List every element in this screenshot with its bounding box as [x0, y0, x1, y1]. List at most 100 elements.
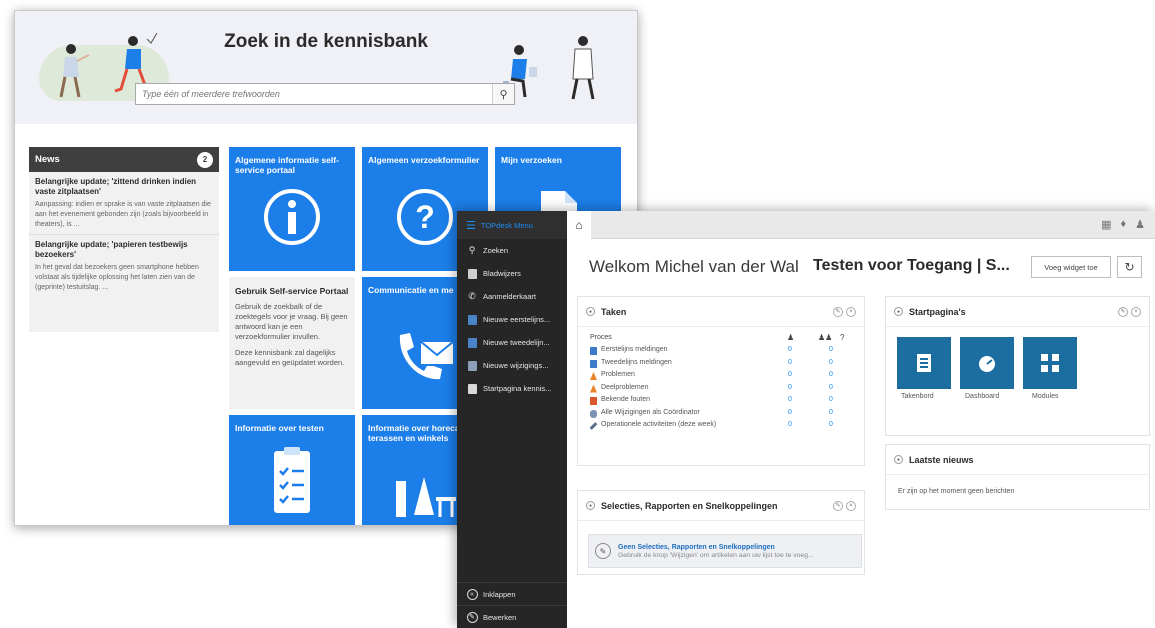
widget-header: ● Taken ✎ ×: [578, 297, 864, 327]
news-item-title[interactable]: Belangrijke update; 'zittend drinken ind…: [35, 177, 213, 197]
news-item[interactable]: Belangrijke update; 'papieren testbewijs…: [29, 235, 219, 297]
widget-collapse-icon[interactable]: ●: [586, 307, 595, 316]
phone-user-icon: ✆: [468, 291, 476, 301]
bell-icon[interactable]: ♦: [1121, 218, 1127, 231]
change-coordinator-icon: [590, 409, 597, 418]
taken-row-label: Alle Wijzigingen als Coördinator: [601, 408, 700, 416]
widget-taken: ● Taken ✎ × Proces ♟ ♟♟ ? Eerstelijns mel…: [577, 296, 865, 466]
pencil-icon: ✎: [466, 611, 478, 623]
collapse-button[interactable]: « Inklappen: [457, 582, 567, 605]
news-item[interactable]: Belangrijke update; 'zittend drinken ind…: [29, 172, 219, 235]
taken-row[interactable]: Bekende fouten 0 0: [578, 395, 864, 408]
home-icon: ⌂: [575, 218, 583, 232]
news-empty-message: Er zijn op het moment geen berichten: [898, 488, 1015, 495]
edit-icon[interactable]: ✎: [833, 306, 843, 317]
taken-row[interactable]: Tweedelijns meldingen 0 0: [578, 358, 864, 371]
taken-count-group[interactable]: 0: [829, 384, 833, 391]
widget-startpaginas: ● Startpagina's ✎ × Takenbord Dashboard M…: [885, 296, 1150, 436]
tile-label: Takenbord: [901, 393, 934, 400]
news-item-title[interactable]: Belangrijke update; 'papieren testbewijs…: [35, 240, 213, 260]
taken-count-me[interactable]: 0: [788, 359, 792, 366]
widget-collapse-icon[interactable]: ●: [894, 455, 903, 464]
taken-count-group[interactable]: 0: [829, 371, 833, 378]
self-service-info-tile: Gebruik Self-service Portaal Gebruik de …: [229, 277, 355, 409]
tile-info-portal[interactable]: Algemene informatie self-service portaal: [229, 147, 355, 271]
close-icon[interactable]: ×: [846, 500, 856, 511]
menu-item-new-first-line[interactable]: Nieuwe eerstelijns...: [457, 308, 567, 331]
news-header: News 2: [29, 147, 219, 172]
taken-count-group[interactable]: 0: [829, 346, 833, 353]
taken-row[interactable]: Alle Wijzigingen als Coördinator 0 0: [578, 408, 864, 421]
kb-search-input[interactable]: [136, 84, 492, 104]
taken-count-me[interactable]: 0: [788, 371, 792, 378]
widget-header: ● Startpagina's ✎ ×: [886, 297, 1149, 327]
page-title: Testen voor Toegang | S...: [813, 257, 1010, 274]
self-service-body: Deze kennisbank zal dagelijks aangevuld …: [235, 348, 345, 367]
menu-item-new-change[interactable]: Nieuwe wijzigings...: [457, 354, 567, 377]
tile-testing-info[interactable]: Informatie over testen: [229, 415, 355, 525]
refresh-icon: ↻: [1124, 260, 1135, 274]
taken-count-group[interactable]: 0: [829, 396, 833, 403]
known-error-icon: [590, 397, 597, 405]
knowledge-page-icon: [466, 383, 478, 395]
first-line-call-icon: [590, 347, 597, 355]
edit-button[interactable]: ✎ Bewerken: [457, 605, 567, 628]
menu-item-label: Zoeken: [483, 246, 509, 255]
taken-count-me[interactable]: 0: [788, 346, 792, 353]
close-icon[interactable]: ×: [846, 306, 856, 317]
tile-label: Modules: [1032, 393, 1059, 400]
welcome-text: Welkom Michel van der Wal: [589, 257, 799, 276]
menu-item-search[interactable]: ⚲ Zoeken: [457, 239, 567, 262]
menu-item-label: Aanmelderkaart: [483, 292, 536, 301]
startpage-tile-takenbord[interactable]: [897, 337, 951, 389]
taken-row[interactable]: Problemen 0 0: [578, 370, 864, 383]
selections-empty-title: Geen Selecties, Rapporten en Snelkoppeli…: [618, 543, 775, 551]
change-icon: [466, 360, 478, 372]
topdesk-topbar: ⌂ ▦ ♦ ♟: [567, 211, 1155, 239]
search-icon[interactable]: ⚲: [492, 84, 514, 104]
edit-icon[interactable]: ✎: [833, 500, 843, 511]
calendar-icon[interactable]: ▦: [1101, 218, 1111, 231]
second-line-call-icon: [466, 337, 478, 349]
kb-hero-banner: Zoek in de kennisbank ⚲: [15, 11, 637, 124]
taken-column-headers: Proces ♟ ♟♟ ?: [578, 327, 864, 345]
kb-title: Zoek in de kennisbank: [224, 31, 428, 52]
widget-selecties: ● Selecties, Rapporten en Snelkoppelinge…: [577, 490, 865, 575]
taken-row-label: Eerstelijns meldingen: [601, 346, 668, 353]
menu-item-caller-card[interactable]: ✆ Aanmelderkaart: [457, 285, 567, 308]
startpage-tile-dashboard[interactable]: [960, 337, 1014, 389]
menu-item-new-second-line[interactable]: Nieuwe tweedelijn...: [457, 331, 567, 354]
kb-search-bar: ⚲: [135, 83, 515, 105]
close-icon[interactable]: ×: [1131, 306, 1141, 317]
taken-count-group[interactable]: 0: [829, 421, 833, 428]
selections-empty-box[interactable]: ✎ Geen Selecties, Rapporten en Snelkoppe…: [588, 534, 862, 568]
menu-item-knowledge-start[interactable]: Startpagina kennis...: [457, 377, 567, 400]
taken-row[interactable]: Eerstelijns meldingen 0 0: [578, 345, 864, 358]
widget-collapse-icon[interactable]: ●: [894, 307, 903, 316]
add-widget-button[interactable]: Voeg widget toe: [1031, 256, 1111, 278]
taken-row[interactable]: Operationele activiteiten (deze week) 0 …: [578, 420, 864, 433]
taken-count-me[interactable]: 0: [788, 396, 792, 403]
user-settings-icon[interactable]: ♟: [1135, 218, 1145, 231]
menu-title: TOPdesk Menu: [480, 220, 533, 230]
refresh-button[interactable]: ↻: [1117, 256, 1142, 278]
tile-label: Dashboard: [965, 393, 1000, 400]
taken-row[interactable]: Deelproblemen 0 0: [578, 383, 864, 396]
menu-item-label: Inklappen: [483, 589, 516, 599]
edit-icon[interactable]: ✎: [1118, 306, 1128, 317]
menu-item-bookmarks[interactable]: Bladwijzers: [457, 262, 567, 285]
widget-collapse-icon[interactable]: ●: [586, 501, 595, 510]
home-tab[interactable]: ⌂: [567, 211, 591, 239]
hamburger-icon: ☰: [466, 219, 476, 232]
taken-count-me[interactable]: 0: [788, 409, 792, 416]
search-icon: ⚲: [468, 245, 476, 255]
col-unknown: ?: [840, 333, 845, 342]
topdesk-menu-toggle[interactable]: ☰ TOPdesk Menu: [457, 211, 567, 239]
bookmark-icon: [466, 268, 478, 280]
news-title: News: [35, 154, 60, 165]
taken-count-group[interactable]: 0: [829, 359, 833, 366]
taken-count-group[interactable]: 0: [829, 409, 833, 416]
taken-count-me[interactable]: 0: [788, 384, 792, 391]
taken-count-me[interactable]: 0: [788, 421, 792, 428]
startpage-tile-modules[interactable]: [1023, 337, 1077, 389]
